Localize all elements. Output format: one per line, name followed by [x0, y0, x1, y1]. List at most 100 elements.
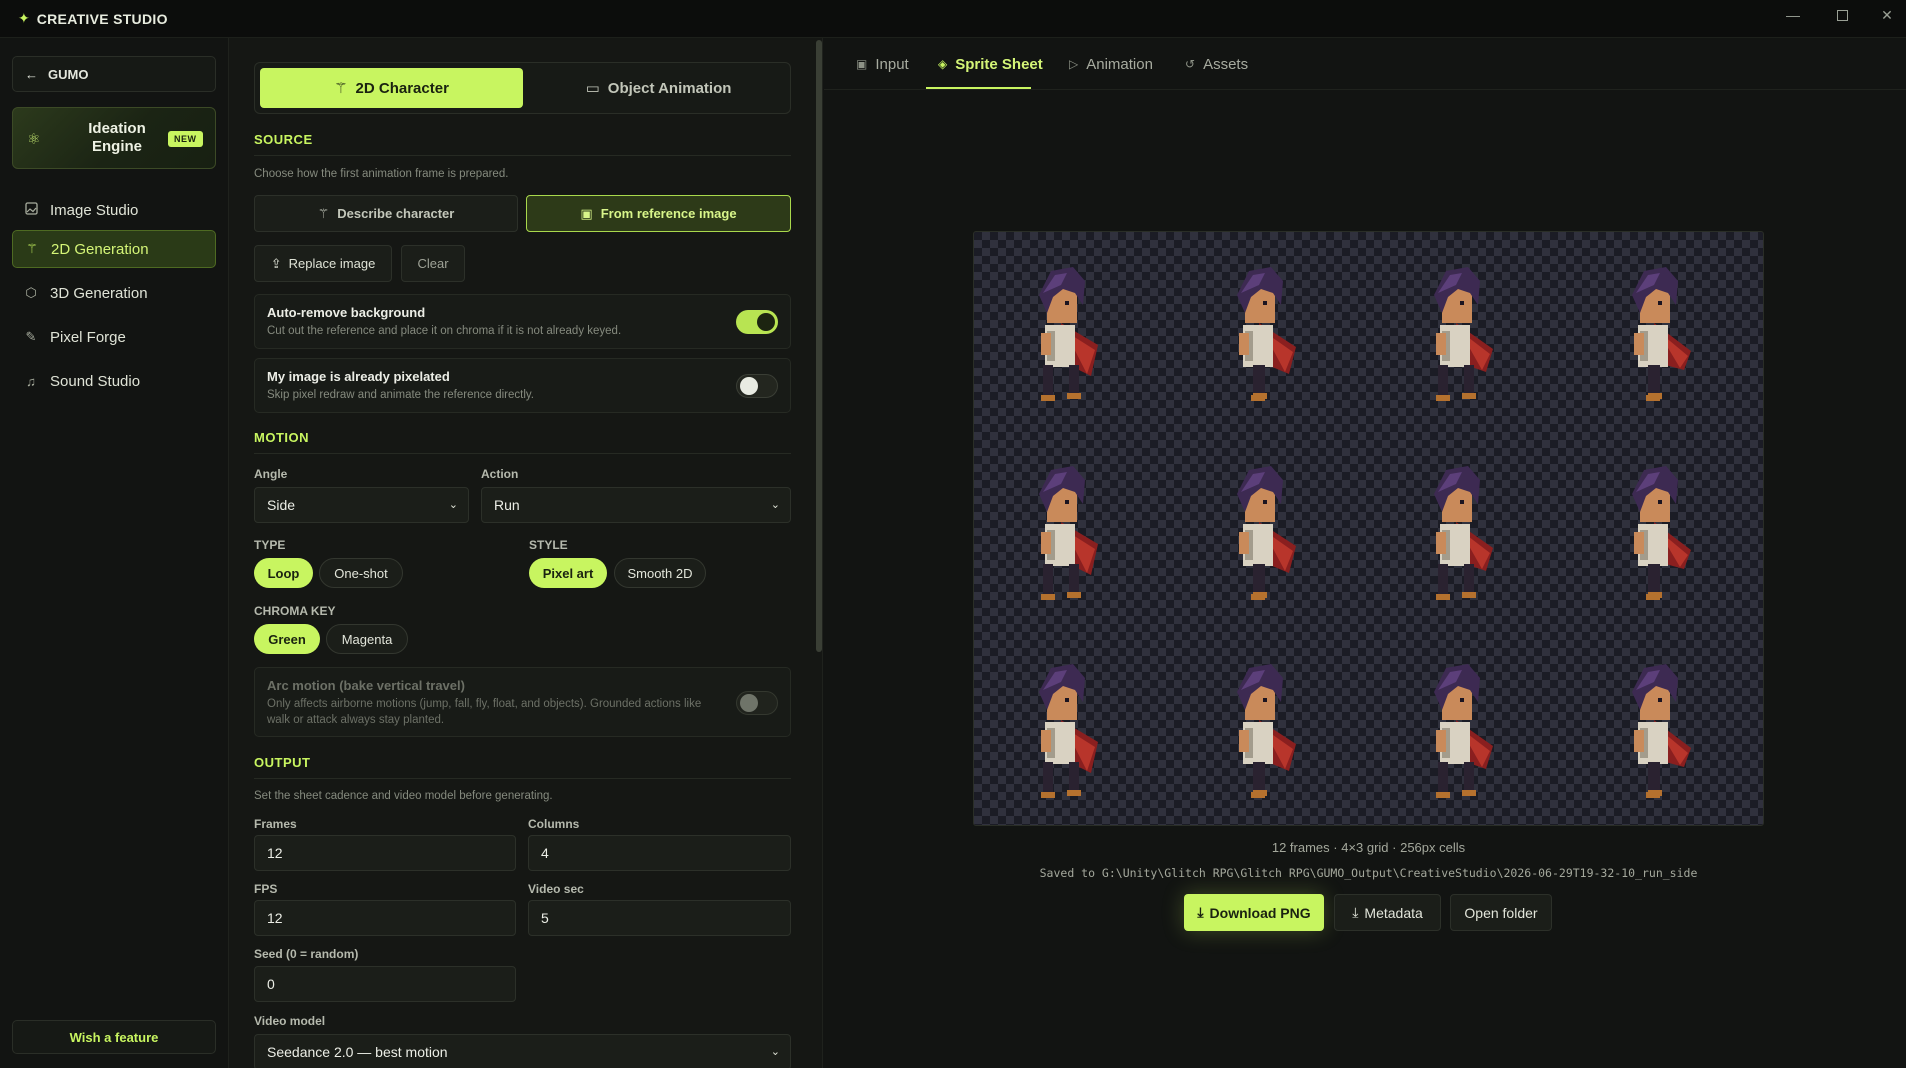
sprite-sheet-preview: [973, 231, 1764, 826]
wish-feature-button[interactable]: Wish a feature: [12, 1020, 216, 1054]
auto-remove-title: Auto-remove background: [267, 305, 426, 320]
replace-image-button[interactable]: ⇪ Replace image: [254, 245, 392, 282]
settings-panel: ⚚ 2D Character ▭ Object Animation SOURCE…: [229, 38, 823, 1068]
sidebar-item-label: 3D Generation: [50, 284, 148, 302]
output-heading: OUTPUT: [254, 755, 311, 770]
output-help: Set the sheet cadence and video model be…: [254, 790, 553, 802]
sprite-frame: [1201, 650, 1321, 810]
sidebar-item-label: Sound Studio: [50, 372, 141, 390]
tab-object-animation[interactable]: ▭ Object Animation: [530, 68, 787, 108]
divider: [254, 453, 791, 454]
clear-button[interactable]: Clear: [401, 245, 465, 282]
fps-input[interactable]: 12: [254, 900, 516, 936]
divider: [254, 155, 791, 156]
tab-label: 2D Character: [355, 79, 449, 97]
frames-label: Frames: [254, 817, 297, 831]
maximize-button[interactable]: [1822, 0, 1862, 30]
tab-label: Object Animation: [607, 79, 732, 97]
main-area: ▣ Input ◈ Sprite Sheet ▷ Animation ↺ Ass…: [824, 38, 1906, 1068]
chevron-down-icon: ⌄: [448, 499, 458, 511]
auto-remove-toggle[interactable]: [736, 310, 778, 334]
action-label: Action: [481, 467, 519, 481]
arc-motion-title: Arc motion (bake vertical travel): [267, 678, 465, 693]
sidebar-item-3d-generation[interactable]: ⬡ 3D Generation: [12, 274, 216, 312]
video-sec-label: Video sec: [528, 882, 584, 896]
chroma-key-label: CHROMA KEY: [254, 604, 336, 618]
panel-scrollbar[interactable]: [816, 40, 822, 652]
pixelated-title: My image is already pixelated: [267, 369, 450, 384]
style-pixel-art-chip[interactable]: Pixel art: [529, 558, 607, 588]
angle-select[interactable]: Side ⌄: [254, 487, 469, 523]
saved-path: Saved to G:\Unity\Glitch RPG\Glitch RPG\…: [1039, 866, 1698, 880]
arc-motion-toggle[interactable]: [736, 691, 778, 715]
tab-input[interactable]: ▣ Input: [856, 38, 909, 90]
mode-switch: ⚚ 2D Character ▭ Object Animation: [254, 62, 791, 114]
arc-motion-row: Arc motion (bake vertical travel) Only a…: [254, 667, 791, 737]
tab-assets[interactable]: ↺ Assets: [1185, 38, 1248, 90]
chroma-magenta-chip[interactable]: Magenta: [326, 624, 408, 654]
sidebar-item-label: Pixel Forge: [50, 328, 126, 346]
sidebar-item-2d-generation[interactable]: ⚚ 2D Generation: [12, 230, 216, 268]
frames-input[interactable]: 12: [254, 835, 516, 871]
image-icon: ▣: [580, 205, 593, 221]
title-bar: ✦ CREATIVE STUDIO — ✕: [0, 0, 1906, 38]
type-one-shot-chip[interactable]: One-shot: [319, 558, 403, 588]
sheet-info: 12 frames · 4×3 grid · 256px cells: [1271, 840, 1466, 855]
auto-remove-background-row: Auto-remove background Cut out the refer…: [254, 294, 791, 349]
select-value: Seedance 2.0 — best motion: [267, 1044, 448, 1060]
button-label: Download PNG: [1209, 904, 1311, 921]
ideation-engine-button[interactable]: ⚛ Ideation Engine NEW: [12, 107, 216, 169]
video-model-select[interactable]: Seedance 2.0 — best motion ⌄: [254, 1034, 791, 1068]
columns-input[interactable]: 4: [528, 835, 791, 871]
sidebar-item-image-studio[interactable]: Image Studio: [12, 191, 216, 229]
fps-label: FPS: [254, 882, 278, 896]
video-sec-input[interactable]: 5: [528, 900, 791, 936]
type-loop-chip[interactable]: Loop: [254, 558, 313, 588]
metadata-button[interactable]: ⤓ Metadata: [1334, 894, 1441, 931]
from-reference-image-button[interactable]: ▣ From reference image: [526, 195, 791, 232]
wand-icon: ⚚: [317, 205, 330, 221]
style-smooth-2d-chip[interactable]: Smooth 2D: [614, 558, 706, 588]
action-select[interactable]: Run ⌄: [481, 487, 791, 523]
describe-character-button[interactable]: ⚚ Describe character: [254, 195, 518, 232]
tab-sprite-sheet[interactable]: ◈ Sprite Sheet: [938, 38, 1043, 90]
select-value: Side: [267, 497, 296, 513]
wand-icon: ⚚: [26, 241, 38, 256]
maximize-icon: [1836, 9, 1848, 21]
minimize-button[interactable]: —: [1773, 0, 1813, 30]
download-png-button[interactable]: ⤓ Download PNG: [1184, 894, 1324, 931]
wand-icon: ⚚: [334, 80, 348, 97]
history-icon: ↺: [1185, 57, 1196, 71]
active-tab-indicator: [926, 87, 1031, 89]
tab-2d-character[interactable]: ⚚ 2D Character: [260, 68, 523, 108]
close-button[interactable]: ✕: [1867, 0, 1906, 30]
tab-animation[interactable]: ▷ Animation: [1069, 38, 1153, 90]
open-folder-button[interactable]: Open folder: [1450, 894, 1552, 931]
back-label: GUMO: [48, 66, 89, 82]
button-label: Metadata: [1364, 904, 1423, 921]
image-icon: [24, 202, 38, 218]
sidebar-item-label: Image Studio: [50, 201, 139, 219]
sparkle-icon: ✦: [18, 10, 30, 26]
chroma-green-chip[interactable]: Green: [254, 624, 320, 654]
button-label: Describe character: [337, 206, 455, 221]
toggle-knob: [740, 694, 758, 712]
seed-input[interactable]: 0: [254, 966, 516, 1002]
sprite-frame: [1596, 253, 1716, 413]
sprite-frame: [1003, 452, 1123, 612]
source-help: Choose how the first animation frame is …: [254, 168, 509, 180]
sprite-frame: [1398, 452, 1518, 612]
tab-label: Input: [875, 55, 909, 73]
box-icon: ▭: [585, 80, 600, 97]
pixelated-toggle[interactable]: [736, 374, 778, 398]
seed-label: Seed (0 = random): [254, 947, 359, 961]
play-icon: ▷: [1069, 57, 1079, 71]
back-button[interactable]: ← GUMO: [12, 56, 216, 92]
chevron-down-icon: ⌄: [770, 1046, 780, 1058]
sprite-frame: [1596, 452, 1716, 612]
sidebar-item-pixel-forge[interactable]: ✎ Pixel Forge: [12, 318, 216, 356]
sidebar-item-sound-studio[interactable]: ♫ Sound Studio: [12, 362, 216, 400]
style-label: STYLE: [529, 538, 568, 552]
auto-remove-desc: Cut out the reference and place it on ch…: [267, 325, 622, 337]
atom-icon: ⚛: [27, 131, 41, 148]
